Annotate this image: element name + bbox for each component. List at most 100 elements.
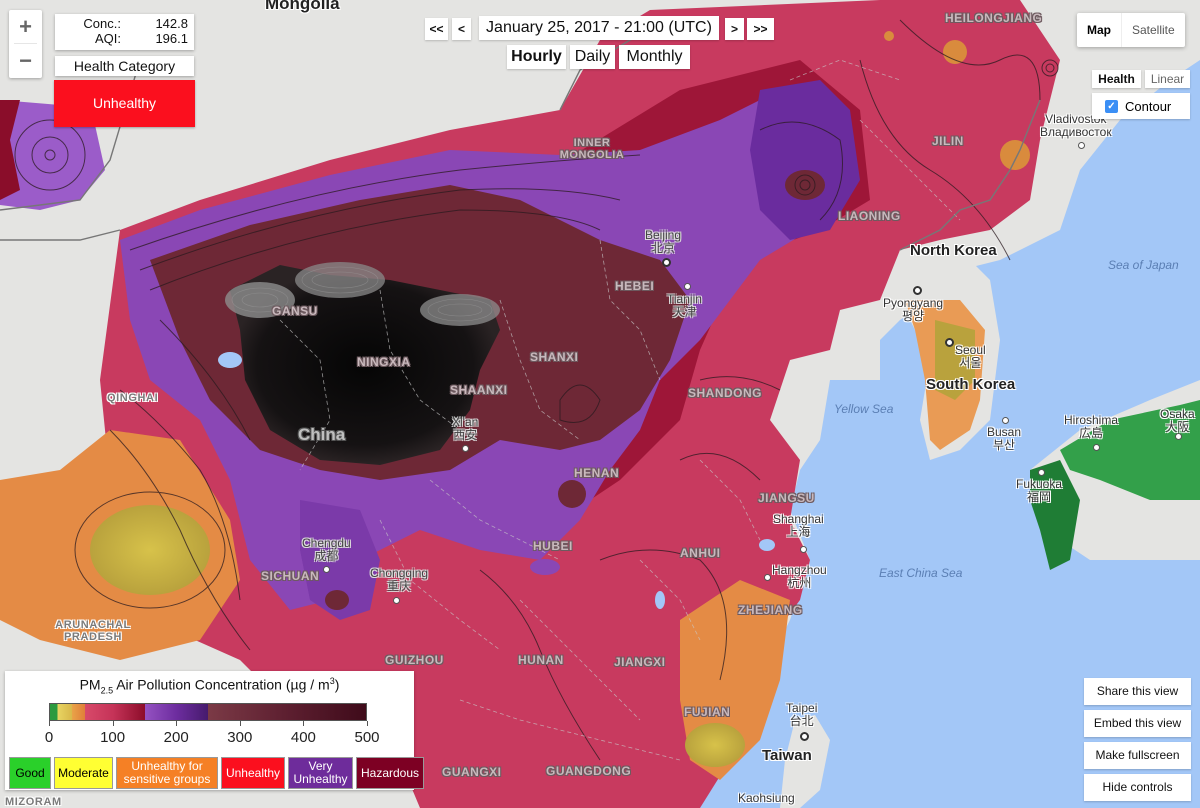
city-dot-tianjin	[684, 283, 691, 290]
zoom-out-button[interactable]: −	[9, 44, 42, 77]
period-monthly-button[interactable]: Monthly	[619, 45, 690, 69]
category-swatch-hazardous[interactable]: Hazardous	[356, 757, 424, 789]
zone-henan-haz	[558, 480, 586, 508]
city-dot-vladivostok	[1078, 142, 1085, 149]
label-ningxia: NINGXIA	[357, 355, 411, 369]
lake-taihu	[759, 539, 775, 551]
city-dot-xian	[462, 445, 469, 452]
label-jilin: JILIN	[932, 134, 964, 148]
last-time-button[interactable]: >>	[747, 18, 774, 40]
health-category-badge: Unhealthy	[54, 80, 195, 127]
colorbar-tick	[112, 721, 114, 726]
contour-toggle[interactable]: ✓ Contour	[1092, 93, 1190, 119]
city-hangzhou: Hangzhou 杭州	[772, 563, 827, 590]
label-gansu: GANSU	[272, 304, 318, 318]
label-east-china-sea: East China Sea	[879, 566, 963, 580]
map-type-control: Map Satellite	[1077, 13, 1185, 47]
aqi-value: 196.1	[155, 31, 188, 46]
zone-hazard-sichuan	[325, 590, 349, 610]
scale-linear-button[interactable]: Linear	[1145, 70, 1190, 88]
label-hunan: HUNAN	[518, 653, 564, 667]
label-shandong: SHANDONG	[688, 386, 763, 400]
label-china: China	[298, 425, 346, 444]
colorbar-tick	[367, 721, 368, 726]
label-mizoram: MIZORAM	[5, 796, 62, 808]
capital-dot-taipei	[800, 732, 809, 741]
period-daily-button[interactable]: Daily	[570, 45, 615, 69]
next-time-button[interactable]: >	[725, 18, 744, 40]
colorbar-tick-label: 500	[354, 729, 380, 746]
label-yellow-sea: Yellow Sea	[834, 402, 894, 416]
city-dot-shanghai	[800, 546, 807, 553]
label-liaoning: LIAONING	[838, 209, 901, 223]
lake-qinghai	[218, 352, 242, 368]
label-qinghai: QINGHAI	[107, 392, 159, 404]
label-arunachal-pradesh: ARUNACHAL PRADESH	[55, 619, 131, 643]
spot-usg3	[884, 31, 894, 41]
city-kaohsiung: Kaohsiung	[738, 791, 795, 805]
category-swatch-moderate[interactable]: Moderate	[54, 757, 113, 789]
colorbar-tick-label: 400	[290, 729, 316, 746]
label-anhui: ANHUI	[680, 546, 721, 560]
city-dot-chongqing	[393, 597, 400, 604]
checkbox-checked-icon[interactable]: ✓	[1105, 99, 1118, 113]
colorbar	[49, 703, 367, 721]
share-view-button[interactable]: Share this view	[1084, 678, 1191, 705]
colorbar-tick-label: 100	[100, 729, 126, 746]
embed-view-button[interactable]: Embed this view	[1084, 710, 1191, 737]
capital-dot-pyongyang	[913, 286, 922, 295]
hide-controls-button[interactable]: Hide controls	[1084, 774, 1191, 801]
lake-poyang	[655, 591, 665, 609]
city-hiroshima: Hiroshima 広島	[1064, 413, 1119, 440]
label-guizhou: GUIZHOU	[385, 653, 444, 667]
label-north-korea: North Korea	[910, 242, 997, 259]
zone-moderate-fujian	[685, 723, 745, 767]
category-swatch-unhealthy[interactable]: Unhealthy	[221, 757, 285, 789]
datetime-display: January 25, 2017 - 21:00 (UTC)	[479, 16, 719, 40]
category-swatch-unhealthy-for-sensitive-groups[interactable]: Unhealthy for sensitive groups	[116, 757, 218, 789]
zone-moderate-west	[90, 505, 210, 595]
first-time-button[interactable]: <<	[425, 18, 448, 40]
pollution-legend: PM2.5 Air Pollution Concentration (µg / …	[5, 671, 424, 790]
label-heilongjiang: HEILONGJIANG	[945, 11, 1043, 25]
contour-label: Contour	[1125, 98, 1172, 114]
label-zhejiang: ZHEJIANG	[738, 603, 803, 617]
label-henan: HENAN	[574, 466, 620, 480]
city-dot-hiroshima	[1093, 444, 1100, 451]
label-jiangsu: JIANGSU	[758, 491, 815, 505]
conc-value: 142.8	[155, 16, 188, 31]
map-type-satellite-button[interactable]: Satellite	[1122, 13, 1185, 47]
city-chengdu: Chengdu 成都	[302, 536, 351, 563]
zoom-in-button[interactable]: +	[9, 10, 42, 43]
label-guangxi: GUANGXI	[442, 765, 502, 779]
city-osaka: Osaka 大阪	[1160, 407, 1195, 434]
label-jiangxi: JIANGXI	[614, 655, 666, 669]
prev-time-button[interactable]: <	[452, 18, 471, 40]
city-tianjin: Tianjin 天津	[667, 292, 702, 319]
period-hourly-button[interactable]: Hourly	[507, 45, 566, 69]
city-dot-chengdu	[323, 566, 330, 573]
colorbar-tick-label: 200	[163, 729, 189, 746]
city-dot-busan	[1002, 417, 1009, 424]
label-shaanxi: SHAANXI	[450, 383, 508, 397]
city-pyongyang: Pyongyang 평양	[883, 296, 944, 323]
category-swatch-very-unhealthy[interactable]: Very Unhealthy	[288, 757, 353, 789]
city-busan: Busan 부산	[987, 425, 1022, 452]
label-hebei: HEBEI	[615, 279, 655, 293]
city-dot-osaka	[1175, 433, 1182, 440]
aqi-label: AQI:	[94, 31, 121, 46]
city-shanghai: Shanghai 上海	[773, 512, 824, 539]
legend-title: PM2.5 Air Pollution Concentration (µg / …	[79, 676, 340, 696]
map-type-map-button[interactable]: Map	[1077, 13, 1122, 47]
zone-extreme-gray2	[295, 262, 385, 298]
scale-health-button[interactable]: Health	[1092, 70, 1141, 88]
fullscreen-button[interactable]: Make fullscreen	[1084, 742, 1191, 769]
capital-dot-seoul	[945, 338, 954, 347]
zone-hubei-purple	[530, 559, 560, 575]
category-swatch-good[interactable]: Good	[9, 757, 51, 789]
colorbar-tick	[176, 721, 178, 726]
colorbar-tick	[49, 721, 50, 726]
label-sichuan: SICHUAN	[261, 569, 320, 583]
city-dot-hangzhou	[764, 574, 771, 581]
city-chongqing: Chongqing 重庆	[370, 566, 429, 593]
